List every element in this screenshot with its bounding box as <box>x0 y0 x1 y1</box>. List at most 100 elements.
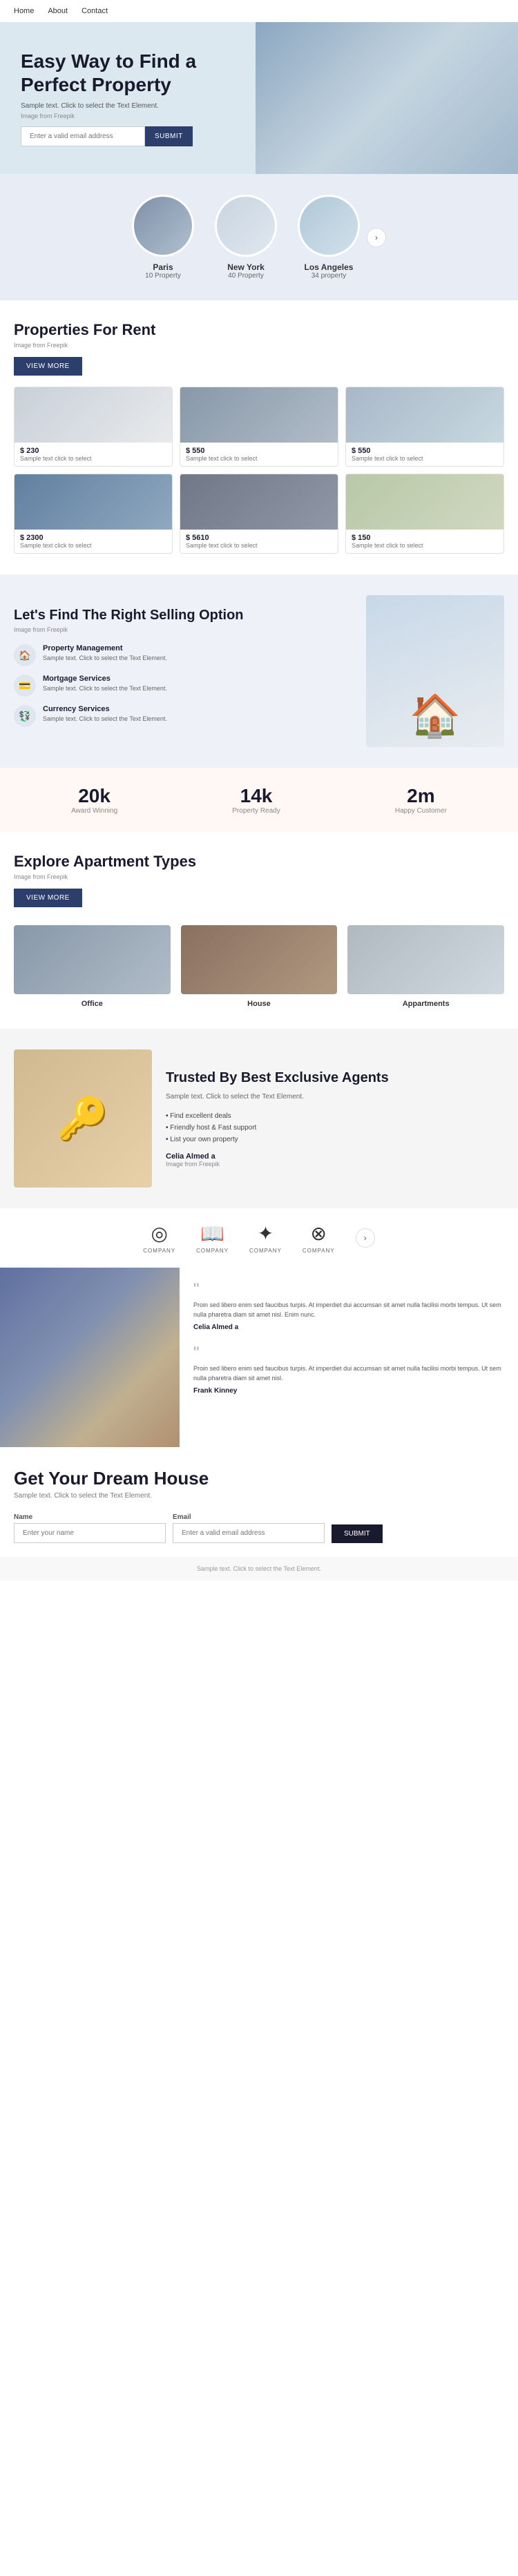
property-desc-2: Sample text click to select <box>352 455 498 462</box>
selling-feature-1: 💳 Mortgage Services Sample text. Click t… <box>14 675 352 697</box>
currency-icon: 💱 <box>14 705 36 727</box>
property-card-3[interactable]: $ 2300 Sample text click to select <box>14 474 173 554</box>
property-info-2: $ 550 Sample text click to select <box>346 443 503 466</box>
selling-feature-0-desc: Sample text. Click to select the Text El… <box>43 654 167 663</box>
dream-house-section: Get Your Dream House Sample text. Click … <box>0 1447 518 1557</box>
city-newyork-circle <box>215 195 277 257</box>
property-image-4 <box>180 474 338 530</box>
trusted-list-item-0: Find excellent deals <box>166 1110 504 1122</box>
nav-home[interactable]: Home <box>14 7 34 15</box>
trusted-list-item-1: Friendly host & Fast support <box>166 1122 504 1134</box>
explore-apartments[interactable]: Appartments <box>347 925 504 1008</box>
stat-property-number: 14k <box>232 785 280 807</box>
dream-subtitle: Sample text. Click to select the Text El… <box>14 1492 504 1500</box>
property-image-5 <box>346 474 503 530</box>
city-newyork-image <box>217 197 275 255</box>
hero-subtitle: Sample text. Click to select the Text El… <box>21 102 228 110</box>
dream-name-label: Name <box>14 1513 166 1521</box>
logos-next-arrow[interactable]: › <box>356 1228 375 1248</box>
nav-contact[interactable]: Contact <box>81 7 108 15</box>
property-card-2[interactable]: $ 550 Sample text click to select <box>345 387 504 467</box>
explore-source: Image from Freepik <box>14 873 504 880</box>
selling-feature-1-title: Mortgage Services <box>43 675 167 683</box>
hero-building-image <box>256 22 518 174</box>
selling-feature-0: 🏠 Property Management Sample text. Click… <box>14 644 352 666</box>
explore-office-image <box>14 925 171 994</box>
quote-mark-1: " <box>193 1345 504 1362</box>
footer: Sample text. Click to select the Text El… <box>0 1557 518 1580</box>
logo-2-icon: ✦ <box>249 1222 282 1245</box>
property-info-5: $ 150 Sample text click to select <box>346 530 503 553</box>
property-card-1[interactable]: $ 550 Sample text click to select <box>180 387 338 467</box>
dream-name-input[interactable] <box>14 1523 166 1543</box>
nav-about[interactable]: About <box>48 7 68 15</box>
property-management-icon: 🏠 <box>14 644 36 666</box>
logo-1[interactable]: 📖 COMPANY <box>196 1222 229 1254</box>
hero-title: Easy Way to Find a Perfect Property <box>21 50 228 96</box>
hero-submit-button[interactable]: SUBMIT <box>145 126 193 146</box>
logo-0[interactable]: ◎ COMPANY <box>143 1222 175 1254</box>
hero-text-block: Easy Way to Find a Perfect Property Samp… <box>21 50 228 146</box>
city-paris[interactable]: Paris 10 Property <box>132 195 194 280</box>
selling-feature-2-text: Currency Services Sample text. Click to … <box>43 705 167 724</box>
property-card-5[interactable]: $ 150 Sample text click to select <box>345 474 504 554</box>
explore-view-more-button[interactable]: VIEW MORE <box>14 889 82 907</box>
property-card-0[interactable]: $ 230 Sample text click to select <box>14 387 173 467</box>
dream-submit-button[interactable]: SUBMIT <box>332 1524 383 1543</box>
selling-feature-1-text: Mortgage Services Sample text. Click to … <box>43 675 167 693</box>
testimonials-content: " Proin sed libero enim sed faucibus tur… <box>180 1268 518 1447</box>
explore-house-label: House <box>181 1000 338 1008</box>
logo-3-icon: ⊗ <box>303 1222 335 1245</box>
testimonial-author-1: Frank Kinney <box>193 1387 504 1395</box>
property-price-2: $ 550 <box>352 447 498 455</box>
stat-award-number: 20k <box>71 785 117 807</box>
logo-3[interactable]: ⊗ COMPANY <box>303 1222 335 1254</box>
explore-office-img-inner <box>14 925 171 994</box>
logo-3-name: COMPANY <box>303 1248 335 1254</box>
city-la[interactable]: Los Angeles 34 property <box>298 195 360 280</box>
explore-section: Explore Apartment Types Image from Freep… <box>0 832 518 1029</box>
dream-form: Name Email SUBMIT <box>14 1513 504 1543</box>
explore-office[interactable]: Office <box>14 925 171 1008</box>
city-newyork-name: New York <box>215 262 277 272</box>
trusted-author: Celia Almed a <box>166 1152 504 1161</box>
property-info-4: $ 5610 Sample text click to select <box>180 530 338 553</box>
selling-feature-2-title: Currency Services <box>43 705 167 713</box>
logos-section: ◎ COMPANY 📖 COMPANY ✦ COMPANY ⊗ COMPANY … <box>0 1208 518 1268</box>
trusted-list: Find excellent deals Friendly host & Fas… <box>166 1110 504 1145</box>
hero-section: Easy Way to Find a Perfect Property Samp… <box>0 22 518 174</box>
property-desc-5: Sample text click to select <box>352 542 498 549</box>
stat-customer-label: Happy Customer <box>395 807 447 815</box>
logo-2[interactable]: ✦ COMPANY <box>249 1222 282 1254</box>
mortgage-icon: 💳 <box>14 675 36 697</box>
testimonial-author-0: Celia Almed a <box>193 1324 504 1331</box>
explore-grid: Office House Appartments <box>14 925 504 1008</box>
trusted-title: Trusted By Best Exclusive Agents <box>166 1069 504 1086</box>
city-paris-image <box>134 197 192 255</box>
dream-email-group: Email <box>173 1513 325 1543</box>
city-la-count: 34 property <box>298 272 360 280</box>
explore-apt-img-inner <box>347 925 504 994</box>
logo-1-icon: 📖 <box>196 1222 229 1245</box>
cities-section: Paris 10 Property New York 40 Property L… <box>0 174 518 300</box>
city-newyork[interactable]: New York 40 Property <box>215 195 277 280</box>
hero-email-input[interactable] <box>21 126 145 146</box>
explore-house[interactable]: House <box>181 925 338 1008</box>
property-info-3: $ 2300 Sample text click to select <box>15 530 172 553</box>
property-card-4[interactable]: $ 5610 Sample text click to select <box>180 474 338 554</box>
selling-source: Image from Freepik <box>14 626 352 633</box>
properties-view-more-button[interactable]: VIEW MORE <box>14 357 82 376</box>
logo-0-name: COMPANY <box>143 1248 175 1254</box>
property-price-0: $ 230 <box>20 447 166 455</box>
properties-source: Image from Freepik <box>14 342 504 349</box>
selling-feature-2-desc: Sample text. Click to select the Text El… <box>43 715 167 724</box>
property-price-4: $ 5610 <box>186 534 332 542</box>
cities-next-arrow[interactable]: › <box>367 228 386 247</box>
hero-image <box>256 22 518 174</box>
stats-section: 20k Award Winning 14k Property Ready 2m … <box>0 768 518 832</box>
property-image-0 <box>15 387 172 443</box>
trusted-section: 🔑 Trusted By Best Exclusive Agents Sampl… <box>0 1029 518 1208</box>
trusted-image: 🔑 <box>14 1049 152 1188</box>
dream-email-input[interactable] <box>173 1523 325 1543</box>
city-paris-count: 10 Property <box>132 272 194 280</box>
